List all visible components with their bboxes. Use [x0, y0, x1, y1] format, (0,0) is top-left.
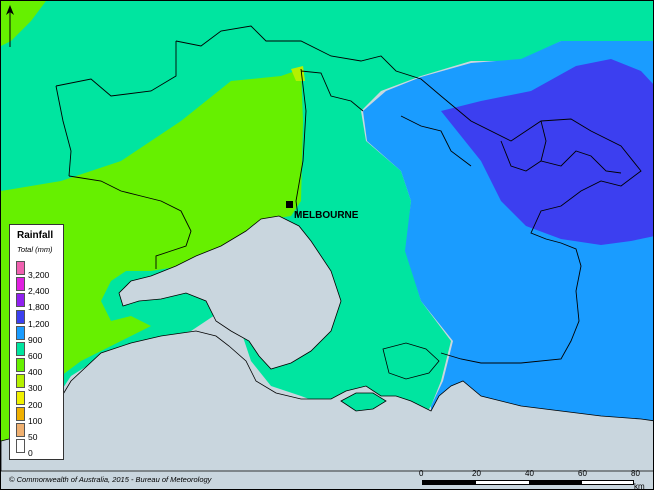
legend-swatch	[16, 293, 25, 308]
legend-swatch	[16, 374, 25, 389]
scale-tick-label: 60	[578, 469, 587, 478]
legend-swatch	[16, 342, 25, 356]
north-arrow-icon	[6, 5, 14, 47]
legend-swatch	[16, 390, 25, 405]
legend-label: 1,800	[28, 302, 50, 313]
legend-label: 100	[28, 415, 43, 426]
scale-tick-label: 40	[525, 469, 534, 478]
legend-swatch	[16, 406, 25, 421]
legend-title: Rainfall	[17, 230, 54, 241]
legend-label: 900	[28, 334, 43, 345]
city-label: MELBOURNE	[294, 210, 359, 221]
city-marker-icon[interactable]	[286, 201, 293, 208]
scale-segment	[529, 481, 582, 484]
legend-label: 300	[28, 383, 43, 394]
legend-label: 0	[28, 448, 33, 459]
legend-label: 50	[28, 432, 38, 442]
scale-bar	[422, 480, 634, 485]
legend-label: 200	[28, 399, 43, 410]
legend-swatch	[16, 261, 25, 275]
legend-label: 3,200	[28, 270, 50, 280]
legend-label: 600	[28, 351, 43, 361]
legend-swatch	[16, 309, 25, 324]
scale-tick-label: 0	[419, 469, 424, 478]
legend-swatch	[16, 423, 25, 437]
map-canvas[interactable]	[1, 1, 654, 490]
legend-subtitle: Total (mm)	[17, 245, 53, 254]
rainfall-map[interactable]: MELBOURNE Rainfall Total (mm) 3,200 2,400…	[0, 0, 654, 490]
legend-swatch	[16, 358, 25, 373]
scale-tick-label: 20	[472, 469, 481, 478]
legend-swatch	[16, 439, 25, 454]
scale-segment	[423, 481, 476, 484]
legend-swatch	[16, 325, 25, 340]
scale-unit: km	[634, 482, 645, 490]
scale-tick-label: 80	[631, 469, 640, 478]
legend-label: 400	[28, 367, 43, 378]
legend-label: 1,200	[28, 318, 50, 329]
legend-label: 2,400	[28, 286, 50, 297]
map-legend: Rainfall Total (mm) 3,200 2,400 1,800 1,200…	[9, 224, 64, 460]
legend-swatch	[16, 277, 25, 292]
copyright-notice: © Commonwealth of Australia, 2015 - Bure…	[9, 475, 212, 484]
